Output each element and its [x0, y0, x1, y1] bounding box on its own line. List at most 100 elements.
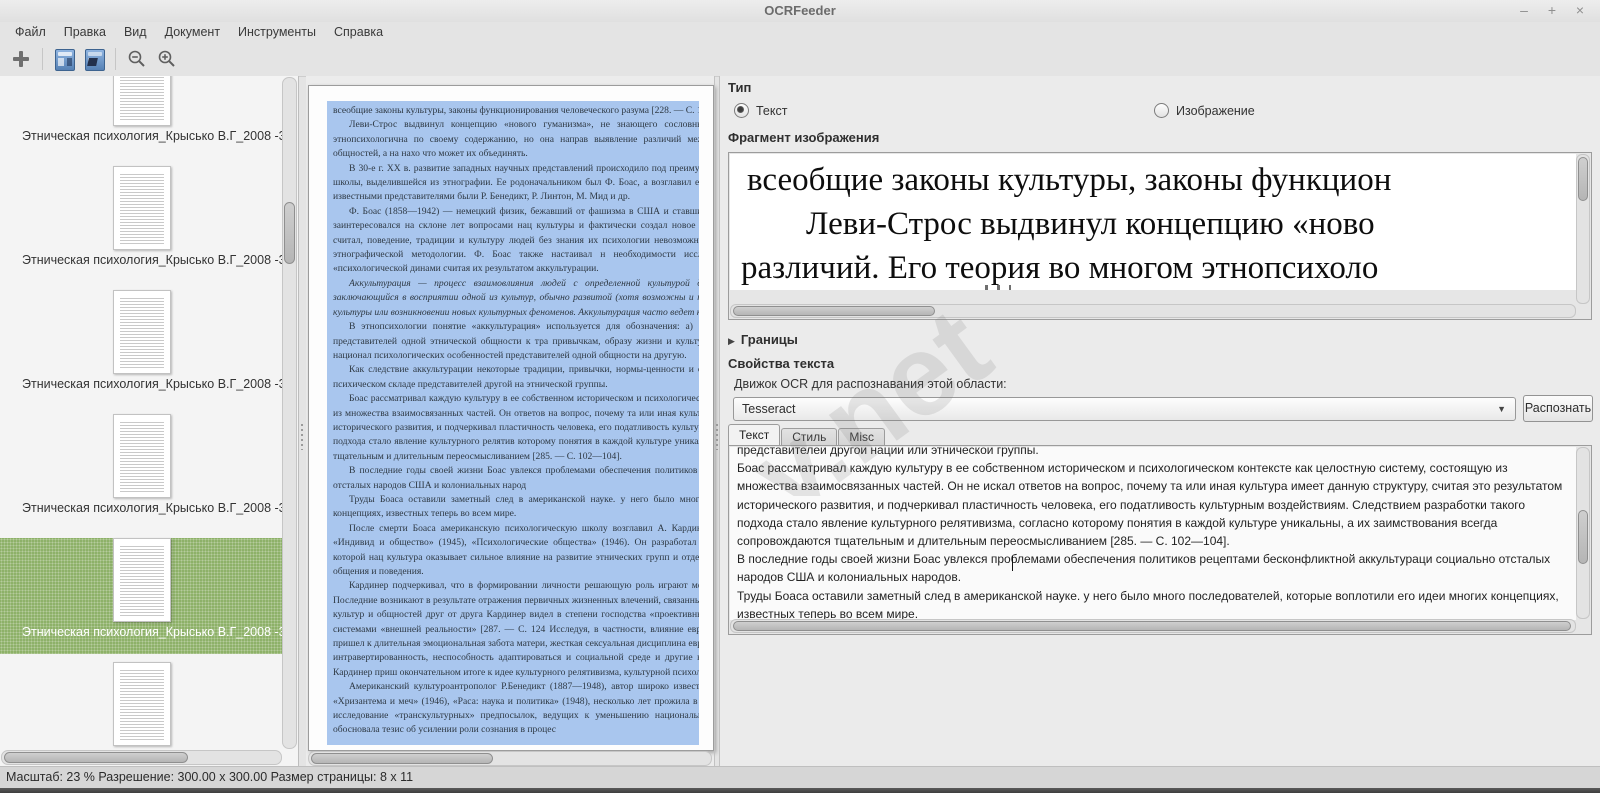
- doc-paragraph: всеобщие законы культуры, законы функцио…: [333, 104, 699, 118]
- window-title: OCRFeeder: [0, 3, 1600, 18]
- text-horizontal-scrollbar[interactable]: [730, 619, 1576, 633]
- scanned-page[interactable]: всеобщие законы культуры, законы функцио…: [308, 85, 714, 751]
- fragment-vertical-scrollbar[interactable]: [1576, 154, 1590, 304]
- text-properties-label: Свойства текста: [728, 356, 834, 371]
- doc-paragraph: Труды Боаса оставили заметный след в аме…: [333, 493, 699, 522]
- page-thumbnail: [113, 662, 171, 746]
- toolbar: [0, 42, 1600, 77]
- doc-paragraph: Как следствие аккультурации некоторые тр…: [333, 363, 699, 392]
- page-list-item[interactable]: Этническая психология_Крысько В.Г_2008 -…: [0, 662, 283, 750]
- add-image-icon[interactable]: [8, 46, 34, 72]
- fragment-clipped-line: [985, 285, 1011, 290]
- window-bottom-edge: [0, 788, 1600, 793]
- page-label: Этническая психология_Крысько В.Г_2008 -…: [0, 253, 283, 267]
- page-list-item[interactable]: Этническая психология_Крысько В.Г_2008 -…: [0, 76, 283, 158]
- doc-paragraph: В 30-е г. XX в. развитие западных научны…: [333, 162, 699, 205]
- menu-view[interactable]: Вид: [115, 24, 156, 40]
- document-pages-icon[interactable]: [51, 46, 77, 72]
- doc-paragraph: Американский культуроантрополог Р.Бенеди…: [333, 680, 699, 738]
- recognized-text-input[interactable]: представителей другой нации или этническ…: [730, 447, 1576, 620]
- page-label: Этническая психология_Крысько В.Г_2008 -…: [0, 501, 283, 515]
- scrollbar-handle[interactable]: [284, 202, 295, 264]
- scrollbar-handle[interactable]: [4, 752, 188, 763]
- scrollbar-handle[interactable]: [311, 753, 493, 764]
- menu-bar: Файл Правка Вид Документ Инструменты Спр…: [0, 22, 1600, 42]
- ocr-engine-value: Tesseract: [742, 402, 796, 416]
- pane-splitter[interactable]: [298, 76, 306, 766]
- menu-tools[interactable]: Инструменты: [229, 24, 325, 40]
- tab-text[interactable]: Текст: [728, 424, 780, 446]
- tab-style[interactable]: Стиль: [781, 428, 837, 446]
- title-bar: OCRFeeder – + ×: [0, 0, 1600, 22]
- doc-paragraph: Боас рассматривал каждую культуру в ее с…: [333, 392, 699, 464]
- page-thumbnail: [113, 414, 171, 498]
- doc-paragraph: Кардинер подчеркивал, что в формировании…: [333, 579, 699, 680]
- toolbar-separator: [42, 48, 43, 70]
- radio-image[interactable]: Изображение: [1154, 103, 1255, 118]
- close-button[interactable]: ×: [1572, 2, 1588, 18]
- status-text: Масштаб: 23 % Разрешение: 300.00 x 300.0…: [6, 770, 413, 784]
- maximize-button[interactable]: +: [1544, 2, 1560, 18]
- page-list-item[interactable]: Этническая психология_Крысько В.Г_2008 -…: [0, 414, 283, 530]
- page-thumbnail: [113, 538, 171, 622]
- sidebar-vertical-scrollbar[interactable]: [282, 77, 297, 749]
- page-thumbnail: [113, 290, 171, 374]
- borders-expander[interactable]: ▶Границы: [728, 332, 798, 347]
- minimize-button[interactable]: –: [1516, 2, 1532, 18]
- tab-misc[interactable]: Misc: [838, 428, 885, 446]
- region-inspector: Тип Текст Изображение Фрагмент изображен…: [720, 76, 1600, 766]
- recognize-button[interactable]: Распознать: [1523, 395, 1593, 422]
- chevron-down-icon: ▼: [1497, 398, 1506, 420]
- doc-paragraph: После смерти Боаса американскую психолог…: [333, 522, 699, 580]
- scrollbar-handle[interactable]: [1578, 510, 1588, 564]
- radio-button-icon[interactable]: [734, 103, 749, 118]
- zoom-out-icon[interactable]: [124, 46, 150, 72]
- ocr-engine-label: Движок OCR для распознавания этой област…: [734, 377, 1007, 391]
- radio-text[interactable]: Текст: [734, 103, 787, 118]
- fragment-image[interactable]: всеобщие законы культуры, законы функцио…: [730, 154, 1576, 290]
- page-label: Этническая психология_Крысько В.Г_2008 -…: [0, 377, 283, 391]
- page-list-item[interactable]: Этническая психология_Крысько В.Г_2008 -…: [0, 290, 283, 406]
- pages-sidebar: Этническая психология_Крысько В.Г_2008 -…: [0, 76, 299, 766]
- fragment-section-label: Фрагмент изображения: [728, 130, 879, 145]
- page-thumbnail: [113, 76, 171, 126]
- scrollbar-handle[interactable]: [733, 621, 1571, 631]
- radio-text-label: Текст: [756, 104, 787, 118]
- text-cursor: [1012, 556, 1013, 571]
- pages-list: Этническая психология_Крысько В.Г_2008 -…: [0, 76, 283, 750]
- page-label: Этническая психология_Крысько В.Г_2008 -…: [0, 625, 283, 639]
- page-list-item-selected[interactable]: Этническая психология_Крысько В.Г_2008 -…: [0, 538, 283, 654]
- menu-help[interactable]: Справка: [325, 24, 392, 40]
- ocr-engine-dropdown[interactable]: Tesseract ▼: [733, 397, 1516, 421]
- type-section-label: Тип: [728, 80, 751, 95]
- doc-paragraph: В этнопсихологии понятие «аккультурация»…: [333, 320, 699, 363]
- scrollbar-handle[interactable]: [1578, 157, 1588, 201]
- radio-button-icon[interactable]: [1154, 103, 1169, 118]
- zoom-in-icon[interactable]: [154, 46, 180, 72]
- page-list-item[interactable]: Этническая психология_Крысько В.Г_2008 -…: [0, 166, 283, 282]
- doc-paragraph: Аккультурация — процесс взаимовлияния лю…: [333, 277, 699, 320]
- menu-edit[interactable]: Правка: [55, 24, 115, 40]
- recognize-document-icon[interactable]: [81, 46, 107, 72]
- fragment-horizontal-scrollbar[interactable]: [730, 304, 1576, 318]
- image-fragment-preview: всеобщие законы культуры, законы функцио…: [728, 152, 1592, 320]
- scrollbar-handle[interactable]: [733, 306, 935, 316]
- menu-document[interactable]: Документ: [156, 24, 229, 40]
- document-horizontal-scrollbar[interactable]: [308, 751, 712, 766]
- menu-file[interactable]: Файл: [6, 24, 55, 40]
- page-thumbnail: [113, 166, 171, 250]
- type-radio-group: Текст Изображение: [720, 103, 1600, 121]
- status-bar: Масштаб: 23 % Разрешение: 300.00 x 300.0…: [0, 766, 1600, 789]
- properties-tabs: Текст Стиль Misc: [728, 424, 886, 446]
- doc-paragraph: Леви-Строс выдвинул концепцию «нового гу…: [333, 118, 699, 161]
- scanned-text: всеобщие законы культуры, законы функцио…: [327, 101, 699, 738]
- page-label: Этническая психология_Крысько В.Г_2008 -…: [0, 129, 283, 143]
- sidebar-horizontal-scrollbar[interactable]: [1, 750, 282, 765]
- fragment-text-line: всеобщие законы культуры, законы функцио…: [747, 162, 1391, 199]
- doc-paragraph: В последние годы своей жизни Боас увлекс…: [333, 464, 699, 493]
- radio-image-label: Изображение: [1176, 104, 1255, 118]
- fragment-text-line: различий. Его теория во многом этнопсихо…: [741, 250, 1378, 287]
- text-vertical-scrollbar[interactable]: [1576, 447, 1590, 619]
- selected-text-region[interactable]: всеобщие законы культуры, законы функцио…: [327, 101, 699, 745]
- fragment-text-line: Леви-Строс выдвинул концепцию «ново: [806, 206, 1375, 243]
